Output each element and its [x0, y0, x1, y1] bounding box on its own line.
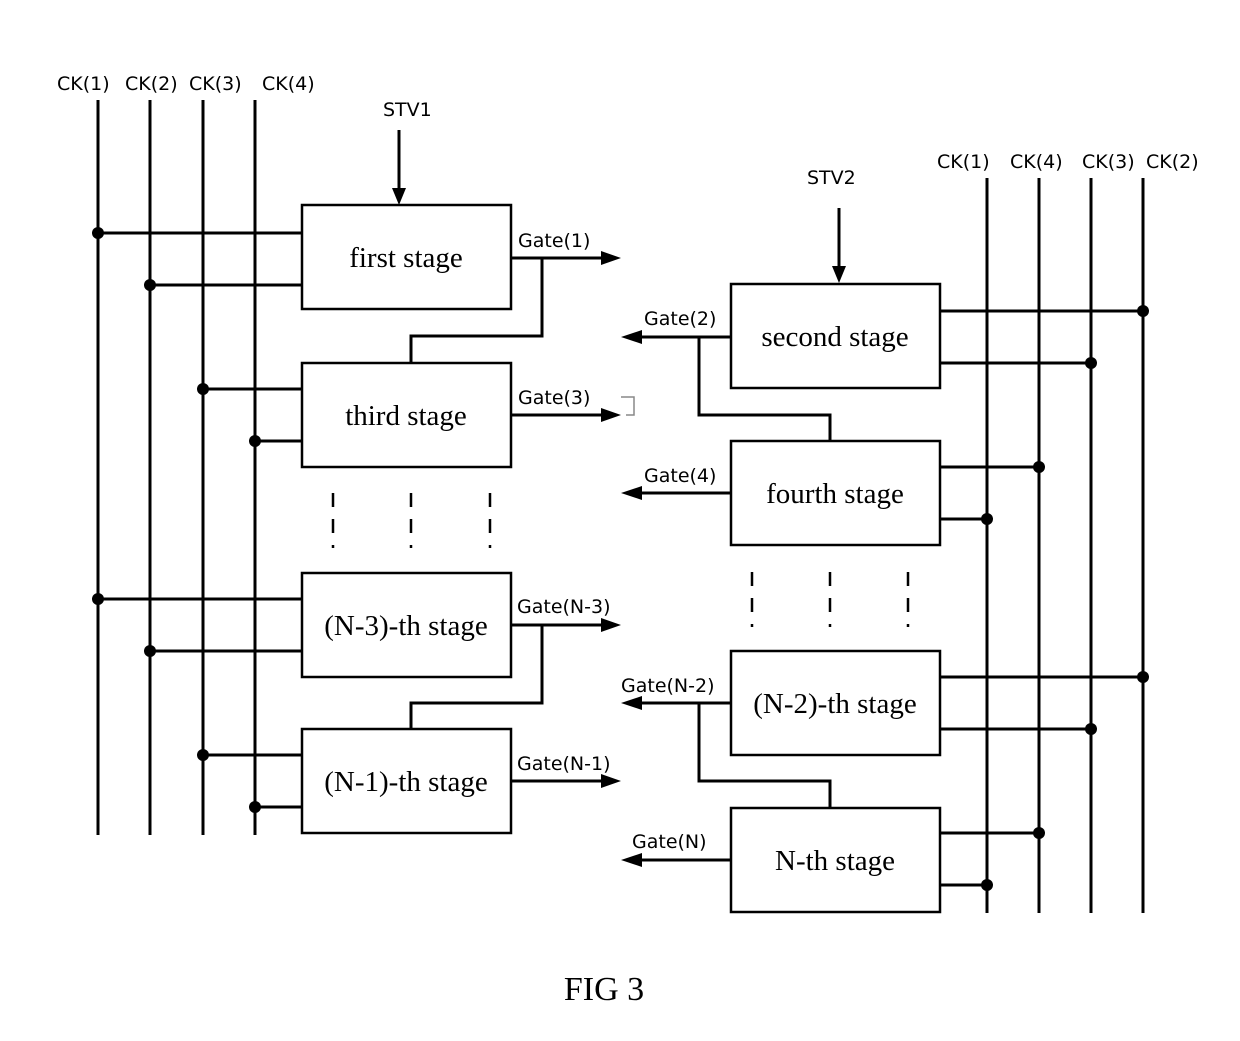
junction-dot	[1033, 827, 1045, 839]
right-ck1-label: CK(1)	[937, 151, 990, 173]
right-gate-outputs: Gate(2) Gate(4) Gate(N-2) Gate(N)	[621, 308, 731, 867]
gate-n2-label: Gate(N-2)	[621, 675, 715, 697]
stage-fourth-label: fourth stage	[766, 478, 904, 510]
junction-dot	[144, 645, 156, 657]
junction-dot	[1137, 305, 1149, 317]
gate2-label: Gate(2)	[644, 308, 716, 330]
arrow-right-icon	[601, 251, 621, 265]
left-ck3-label: CK(3)	[189, 73, 242, 95]
left-ck1-label: CK(1)	[57, 73, 110, 95]
left-clock-bus: CK(1) CK(2) CK(3) CK(4)	[57, 73, 315, 835]
figure-caption: FIG 3	[564, 971, 644, 1008]
stv2-label: STV2	[807, 167, 856, 189]
right-connections	[697, 305, 1149, 891]
right-ck3-label: CK(3)	[1082, 151, 1135, 173]
gate4-label: Gate(4)	[644, 465, 716, 487]
gate-n3-label: Gate(N-3)	[517, 596, 611, 618]
gate-n1-label: Gate(N-1)	[517, 753, 611, 775]
right-ck4-label: CK(4)	[1010, 151, 1063, 173]
gate1-label: Gate(1)	[518, 230, 590, 252]
stage-fourth: fourth stage	[729, 439, 942, 547]
junction-dot	[981, 879, 993, 891]
stage-third: third stage	[300, 361, 513, 469]
arrow-left-icon	[621, 486, 642, 500]
left-ck4-label: CK(4)	[262, 73, 315, 95]
junction-dot	[92, 593, 104, 605]
stage-n-minus-3: (N-3)-th stage	[300, 571, 513, 679]
arrow-left-icon	[621, 696, 642, 710]
gate3-label: Gate(3)	[518, 387, 590, 409]
stage-third-label: third stage	[345, 400, 467, 432]
arrow-right-icon	[601, 774, 621, 788]
stage-first: first stage	[300, 203, 513, 311]
stv2-arrowhead-icon	[832, 266, 846, 283]
stage-second-label: second stage	[761, 321, 908, 353]
stage-n-minus-1-label: (N-1)-th stage	[324, 766, 487, 798]
stage-n-minus-2: (N-2)-th stage	[729, 649, 942, 757]
junction-dot	[249, 435, 261, 447]
gate-driver-diagram: CK(1) CK(2) CK(3) CK(4) CK(1) CK(4) CK(3…	[57, 73, 1199, 1008]
left-ellipsis	[331, 493, 492, 548]
junction-dot	[92, 227, 104, 239]
stage-n-minus-3-label: (N-3)-th stage	[324, 610, 487, 642]
junction-dot	[1085, 357, 1097, 369]
stage-n-minus-2-label: (N-2)-th stage	[753, 688, 916, 720]
arrow-left-icon	[621, 330, 642, 344]
gate-n-label: Gate(N)	[632, 831, 707, 853]
stage-second: second stage	[729, 282, 942, 390]
left-connections	[92, 227, 544, 813]
junction-dot	[197, 383, 209, 395]
marker-icon	[621, 396, 635, 416]
arrow-right-icon	[601, 408, 621, 422]
junction-dot	[981, 513, 993, 525]
right-ck2-label: CK(2)	[1146, 151, 1199, 173]
stv1-label: STV1	[383, 99, 432, 121]
stage-n-minus-1: (N-1)-th stage	[300, 727, 513, 835]
stage-first-label: first stage	[349, 242, 463, 274]
junction-dot	[249, 801, 261, 813]
stage-n-label: N-th stage	[775, 845, 895, 877]
right-clock-bus: CK(1) CK(4) CK(3) CK(2)	[937, 151, 1199, 913]
arrow-left-icon	[621, 853, 642, 867]
right-ellipsis	[750, 572, 910, 627]
junction-dot	[1085, 723, 1097, 735]
stv1-arrowhead-icon	[392, 188, 406, 205]
junction-dot	[144, 279, 156, 291]
junction-dot	[197, 749, 209, 761]
arrow-right-icon	[601, 618, 621, 632]
junction-dot	[1033, 461, 1045, 473]
left-ck2-label: CK(2)	[125, 73, 178, 95]
junction-dot	[1137, 671, 1149, 683]
stage-n: N-th stage	[729, 806, 942, 914]
